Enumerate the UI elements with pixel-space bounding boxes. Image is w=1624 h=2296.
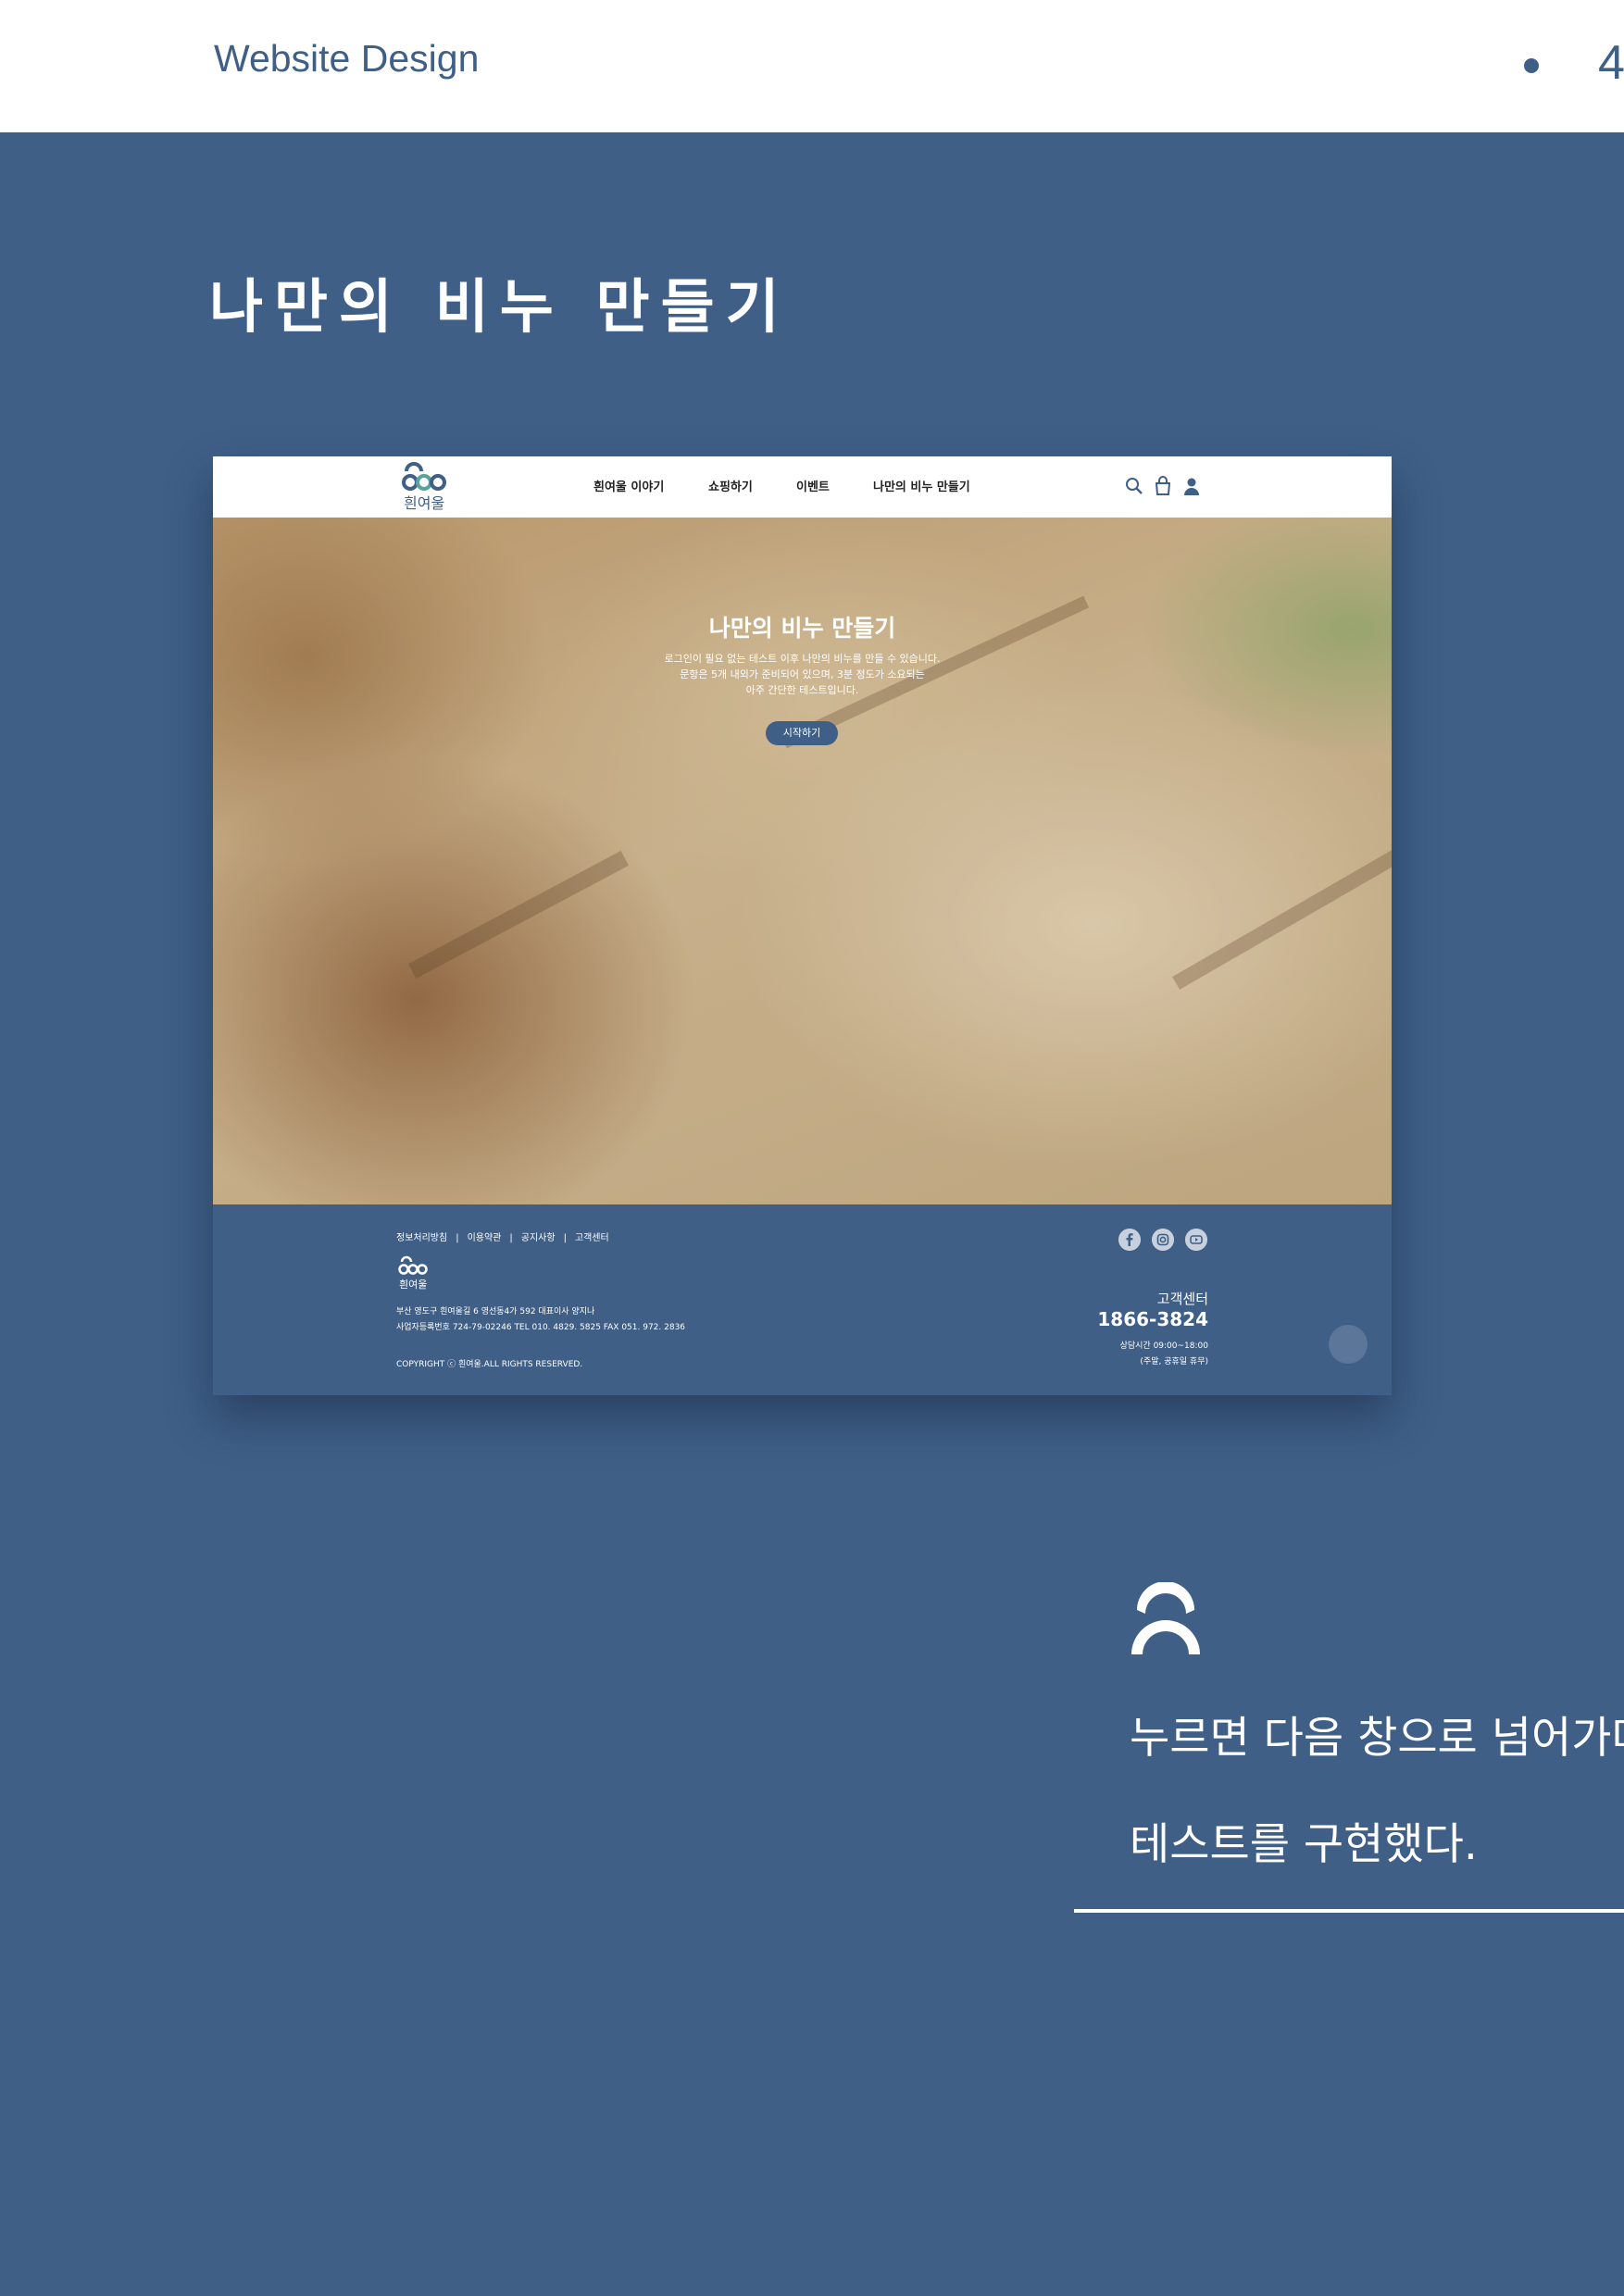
- footer-logo-text: 흰여울: [399, 1279, 427, 1291]
- hours-line: 상담시간 09:00~18:00: [1119, 1341, 1208, 1351]
- mockup-footer: 정보처리방침 | 이용약관 | 공지사항 | 고객센터 흰여울 부산 영도구 흰여울길 6 …: [213, 1204, 1392, 1395]
- arch-logo-icon: [1131, 1582, 1200, 1654]
- nav-item-shopping[interactable]: 쇼핑하기: [708, 477, 753, 494]
- hero-desc-line: 로그인이 필요 없는 테스트 이후 나만의 비누를 만들 수 있습니다.: [664, 653, 941, 665]
- caption-underline: [1074, 1909, 1624, 1913]
- caption-line-2: 테스트를 구현했다.: [1130, 1819, 1478, 1870]
- separator: |: [456, 1233, 459, 1243]
- shopping-bag-icon[interactable]: [1153, 476, 1173, 496]
- caption-line-1: 누르면 다음 창으로 넘어가며: [1130, 1713, 1624, 1764]
- hours-line: (주말, 공휴일 휴무): [1140, 1357, 1208, 1366]
- footer-link-terms[interactable]: 이용약관: [468, 1233, 502, 1243]
- search-icon[interactable]: [1124, 476, 1144, 496]
- footer-logo-icon: 흰여울: [398, 1255, 428, 1291]
- address-line: 부산 영도구 흰여울길 6 영선동4가 592 대표이사 양지나: [396, 1307, 595, 1316]
- header-label: Website Design: [214, 37, 480, 80]
- brand-logo-icon[interactable]: 흰여울: [396, 460, 452, 514]
- customer-center-hours: 상담시간 09:00~18:00 (주말, 공휴일 휴무): [1120, 1339, 1208, 1370]
- footer-link-notice[interactable]: 공지사항: [521, 1233, 556, 1243]
- page-number: 4: [1598, 36, 1624, 90]
- separator: |: [509, 1233, 513, 1243]
- nav-item-event[interactable]: 이벤트: [796, 477, 830, 494]
- copyright: COPYRIGHT ⓒ 흰여울.ALL RIGHTS RESERVED.: [396, 1360, 583, 1369]
- footer-link-support[interactable]: 고객센터: [575, 1233, 609, 1243]
- customer-center-title: 고객센터: [1156, 1291, 1208, 1307]
- hero-title: 나만의 비누 만들기: [708, 615, 896, 642]
- user-icon[interactable]: [1181, 476, 1202, 496]
- nav-item-make-soap[interactable]: 나만의 비누 만들기: [873, 477, 970, 494]
- mockup-navbar: 흰여울 흰여울 이야기 쇼핑하기 이벤트 나만의 비누 만들기: [213, 456, 1392, 518]
- separator: |: [563, 1233, 567, 1243]
- header-bullet: [1524, 58, 1539, 73]
- hero-desc-line: 문항은 5개 내외가 준비되어 있으며, 3분 정도가 소요되는: [680, 668, 925, 680]
- hero-desc-line: 아주 간단한 테스트입니다.: [745, 684, 859, 696]
- footer-links: 정보처리방침 | 이용약관 | 공지사항 | 고객센터: [396, 1229, 609, 1243]
- address-line: 사업자등록번호 724-79-02246 TEL 010. 4829. 5825…: [396, 1323, 686, 1332]
- hero-description: 로그인이 필요 없는 테스트 이후 나만의 비누를 만들 수 있습니다. 문항은…: [213, 651, 1392, 698]
- start-button[interactable]: 시작하기: [766, 721, 838, 745]
- website-mockup: 흰여울 흰여울 이야기 쇼핑하기 이벤트 나만의 비누 만들기 나만의 비누 만…: [213, 456, 1392, 1395]
- section-title: 나만의 비누 만들기: [209, 273, 791, 341]
- customer-center-phone: 1866-3824: [1097, 1308, 1208, 1330]
- logo-text: 흰여울: [404, 494, 444, 512]
- document-header: Website Design 4: [0, 0, 1624, 132]
- hero-banner: 나만의 비누 만들기 로그인이 필요 없는 테스트 이후 나만의 비누를 만들 …: [213, 518, 1392, 1204]
- footer-address: 부산 영도구 흰여울길 6 영선동4가 592 대표이사 양지나 사업자등록번호…: [396, 1304, 685, 1336]
- youtube-icon[interactable]: [1185, 1229, 1207, 1251]
- chat-button[interactable]: [1329, 1325, 1368, 1364]
- instagram-icon[interactable]: [1152, 1229, 1174, 1251]
- facebook-icon[interactable]: [1118, 1229, 1141, 1251]
- nav-item-story[interactable]: 흰여울 이야기: [593, 477, 664, 494]
- footer-link-privacy[interactable]: 정보처리방침: [396, 1233, 447, 1243]
